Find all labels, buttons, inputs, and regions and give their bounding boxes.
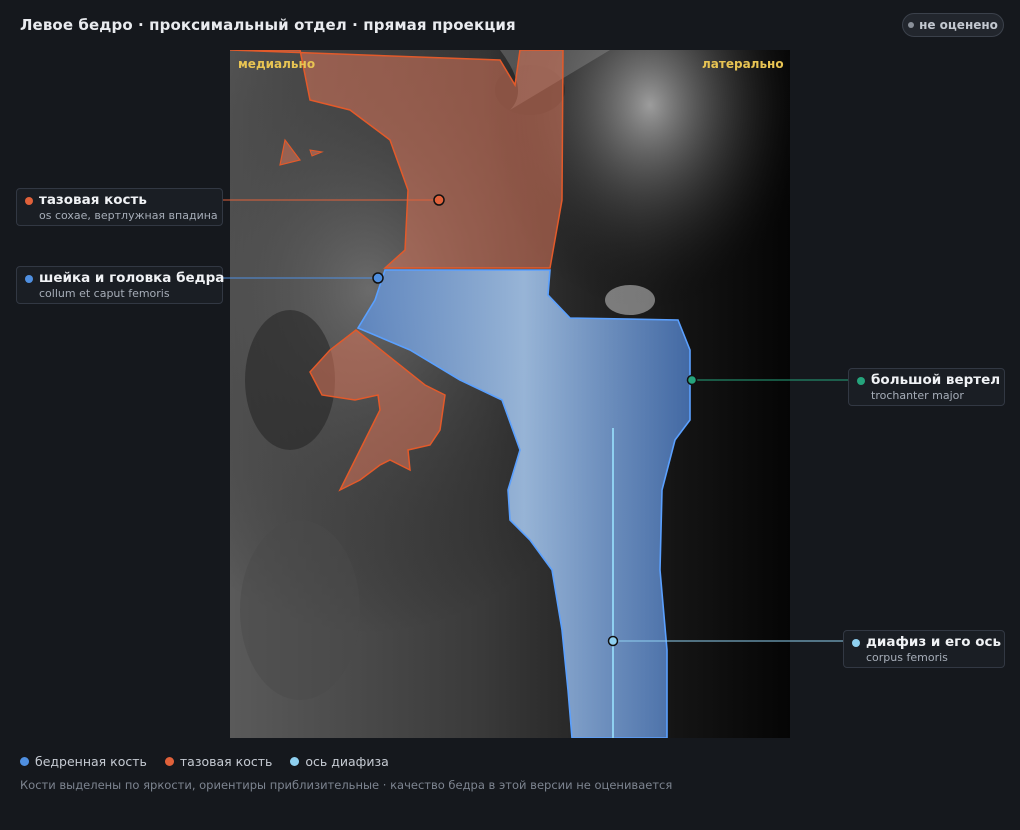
legend-item-pelvis: тазовая кость [164, 754, 273, 769]
status-dot-icon [908, 22, 915, 28]
xray-viewer[interactable] [230, 50, 790, 738]
orientation-medial-label: медиально [238, 57, 316, 71]
callout-subtitle: os coxae, вертлужная впадина [39, 209, 218, 222]
trochanter-dot-icon [857, 377, 865, 385]
callout-title: большой вертел [871, 372, 1001, 388]
pelvis-legend-dot-icon [164, 757, 174, 766]
legend-label: бедренная кость [35, 754, 147, 769]
callout-pelvis[interactable]: тазовая кость os coxae, вертлужная впади… [16, 188, 223, 226]
callout-greater-trochanter[interactable]: большой вертел trochanter major [848, 368, 1005, 406]
page-title: Левое бедро · проксимальный отдел · прям… [20, 16, 516, 34]
femur-dot-icon [25, 275, 33, 283]
status-badge: не оценено [902, 13, 1004, 37]
footnote: Кости выделены по яркости, ориентиры при… [20, 778, 673, 792]
callout-subtitle: collum et caput femoris [39, 287, 170, 300]
legend-label: тазовая кость [179, 754, 273, 769]
callout-subtitle: corpus femoris [866, 651, 948, 664]
callout-subtitle: trochanter major [871, 389, 964, 402]
legend-item-shaft-axis: ось диафиза [290, 754, 389, 769]
axis-legend-dot-icon [290, 757, 300, 766]
legend-label: ось диафиза [305, 754, 389, 769]
callout-femoral-neck[interactable]: шейка и головка бедра collum et caput fe… [16, 266, 225, 304]
shaft-dot-icon [852, 639, 860, 647]
xray-image [230, 50, 790, 738]
legend: бедренная кость тазовая кость ось диафиз… [20, 754, 389, 769]
callout-title: шейка и головка бедра [39, 270, 225, 286]
callout-title: диафиз и его ось [866, 634, 1002, 650]
femur-legend-dot-icon [20, 757, 29, 766]
orientation-lateral-label: латерально [702, 57, 784, 71]
status-badge-label: не оценено [919, 18, 998, 32]
pelvis-dot-icon [25, 197, 33, 205]
callout-title: тазовая кость [39, 192, 147, 208]
callout-femoral-shaft[interactable]: диафиз и его ось corpus femoris [843, 630, 1005, 668]
legend-item-femur: бедренная кость [20, 754, 147, 769]
